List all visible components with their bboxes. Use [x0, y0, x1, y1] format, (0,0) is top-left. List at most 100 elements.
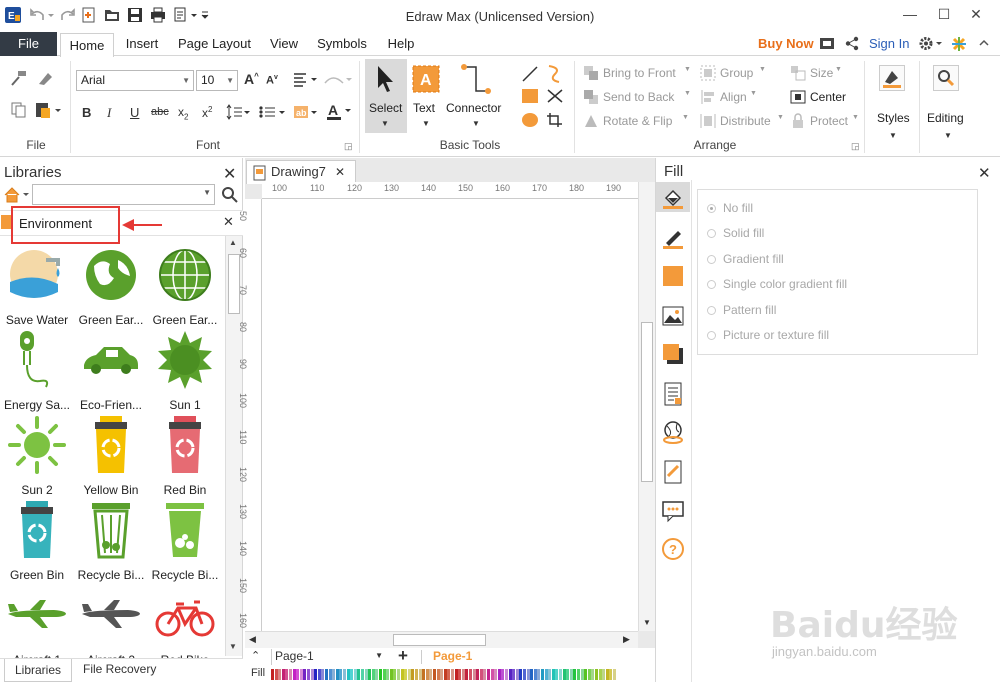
- comment-icon[interactable]: [661, 499, 685, 523]
- library-search-input[interactable]: ▼: [32, 184, 215, 205]
- drawing-page[interactable]: [262, 199, 639, 631]
- line-spacing-icon[interactable]: [225, 104, 251, 120]
- color-swatch[interactable]: [271, 669, 274, 680]
- italic-button[interactable]: I: [107, 105, 111, 121]
- color-swatch[interactable]: [483, 669, 487, 680]
- paste-icon[interactable]: [35, 101, 63, 119]
- shape-save-water[interactable]: Save Water: [0, 244, 74, 329]
- font-color-icon[interactable]: A: [326, 102, 352, 120]
- shape-red-bin[interactable]: Red Bin: [148, 414, 222, 499]
- color-swatch[interactable]: [544, 669, 548, 680]
- color-swatch[interactable]: [541, 669, 544, 680]
- color-swatch[interactable]: [328, 669, 332, 680]
- crop-tool-icon[interactable]: [546, 112, 564, 128]
- select-tool-button[interactable]: Select ▼: [365, 59, 407, 133]
- line-tool-icon[interactable]: [521, 65, 539, 83]
- canvas-horizontal-scrollbar[interactable]: ◀ ▶: [245, 631, 638, 648]
- shrink-font-icon[interactable]: Av: [266, 74, 278, 87]
- color-swatch[interactable]: [497, 669, 501, 680]
- text-direction-icon[interactable]: [323, 71, 353, 87]
- group-icon[interactable]: [700, 65, 716, 81]
- align-label[interactable]: Align: [720, 90, 747, 104]
- help-icon[interactable]: ?: [661, 537, 685, 561]
- tab-view[interactable]: View: [264, 32, 304, 56]
- color-swatch[interactable]: [451, 669, 454, 680]
- fill-option-solid[interactable]: Solid fill: [707, 226, 764, 240]
- shape-recycle-bin-filled[interactable]: Recycle Bi...: [148, 499, 222, 584]
- strikethrough-button[interactable]: abc: [151, 106, 169, 118]
- color-swatch[interactable]: [479, 669, 483, 680]
- vscroll-down-icon[interactable]: ▼: [643, 618, 651, 627]
- color-swatch[interactable]: [584, 669, 588, 680]
- color-swatch[interactable]: [335, 669, 339, 680]
- format-painter-icon[interactable]: [10, 69, 28, 87]
- page-nav-up-icon[interactable]: ⌃: [251, 649, 260, 662]
- fill-option-picture-texture[interactable]: Picture or texture fill: [707, 328, 829, 342]
- color-swatch[interactable]: [382, 669, 386, 680]
- color-swatch[interactable]: [325, 669, 328, 680]
- send-to-back-label[interactable]: Send to Back: [603, 90, 674, 104]
- rectangle-tool-icon[interactable]: [521, 88, 539, 104]
- shape-sun-2[interactable]: Sun 2: [0, 414, 74, 499]
- color-swatch[interactable]: [296, 669, 300, 680]
- document-tab[interactable]: Drawing7 ✕: [246, 160, 356, 184]
- font-size-select[interactable]: 10 ▼: [196, 70, 238, 91]
- color-swatch[interactable]: [537, 669, 541, 680]
- color-swatch[interactable]: [292, 669, 296, 680]
- color-swatch[interactable]: [519, 669, 523, 680]
- color-swatch[interactable]: [289, 669, 292, 680]
- color-swatch[interactable]: [472, 669, 476, 680]
- canvas-vertical-scrollbar[interactable]: ▼: [638, 182, 655, 631]
- color-swatch[interactable]: [299, 669, 303, 680]
- image-icon[interactable]: [661, 304, 685, 328]
- canvas-hscroll-thumb[interactable]: [393, 634, 486, 646]
- color-swatch[interactable]: [566, 669, 570, 680]
- library-home-icon[interactable]: [3, 186, 31, 204]
- color-swatch[interactable]: [433, 669, 436, 680]
- editing-button[interactable]: Editing ▼: [921, 59, 973, 149]
- tab-help[interactable]: Help: [381, 32, 421, 56]
- close-fill-panel-icon[interactable]: ✕: [978, 164, 991, 182]
- font-dialog-launcher-icon[interactable]: ◲: [344, 141, 353, 152]
- settings-gear-icon[interactable]: [918, 35, 942, 52]
- hscroll-left-icon[interactable]: ◀: [249, 634, 256, 645]
- shape-aircraft-2[interactable]: Aircraft 2: [74, 584, 148, 669]
- color-swatch[interactable]: [321, 669, 325, 680]
- arrange-dialog-launcher-icon[interactable]: ◲: [851, 141, 860, 152]
- share-icon[interactable]: [845, 36, 859, 51]
- shadow-icon[interactable]: [661, 342, 685, 366]
- maximize-button[interactable]: ☐: [930, 4, 958, 24]
- group-label[interactable]: Group: [720, 66, 753, 80]
- color-swatch[interactable]: [515, 669, 519, 680]
- color-swatch[interactable]: [436, 669, 440, 680]
- collapse-ribbon-icon[interactable]: [977, 35, 991, 51]
- color-swatch[interactable]: [461, 669, 465, 680]
- bold-button[interactable]: B: [82, 105, 91, 120]
- color-swatch[interactable]: [281, 669, 285, 680]
- shape-color-icon[interactable]: [661, 264, 685, 288]
- tab-page-layout[interactable]: Page Layout: [172, 32, 257, 56]
- color-swatch[interactable]: [458, 669, 462, 680]
- shape-green-earth-2[interactable]: Green Ear...: [148, 244, 222, 329]
- grow-font-icon[interactable]: A^: [244, 71, 259, 87]
- color-swatch[interactable]: [346, 669, 350, 680]
- shape-energy-saving[interactable]: Energy Sa...: [0, 329, 74, 414]
- color-swatch[interactable]: [407, 669, 411, 680]
- shape-eco-friendly-car[interactable]: Eco-Frien...: [74, 329, 148, 414]
- color-swatch[interactable]: [447, 669, 451, 680]
- color-swatch[interactable]: [339, 669, 343, 680]
- color-swatch[interactable]: [523, 669, 526, 680]
- clear-format-icon[interactable]: [36, 69, 54, 87]
- color-swatch[interactable]: [555, 669, 559, 680]
- send-to-back-icon[interactable]: [583, 89, 599, 105]
- color-swatch[interactable]: [397, 669, 400, 680]
- fill-option-no-fill[interactable]: No fill: [707, 201, 753, 215]
- color-swatch[interactable]: [364, 669, 368, 680]
- minimize-button[interactable]: —: [896, 4, 924, 24]
- color-swatch[interactable]: [494, 669, 498, 680]
- buy-now-link[interactable]: Buy Now: [758, 36, 814, 51]
- color-swatch[interactable]: [404, 669, 408, 680]
- tab-symbols[interactable]: Symbols: [311, 32, 373, 56]
- color-swatch[interactable]: [508, 669, 512, 680]
- file-menu-tab[interactable]: File: [0, 32, 57, 56]
